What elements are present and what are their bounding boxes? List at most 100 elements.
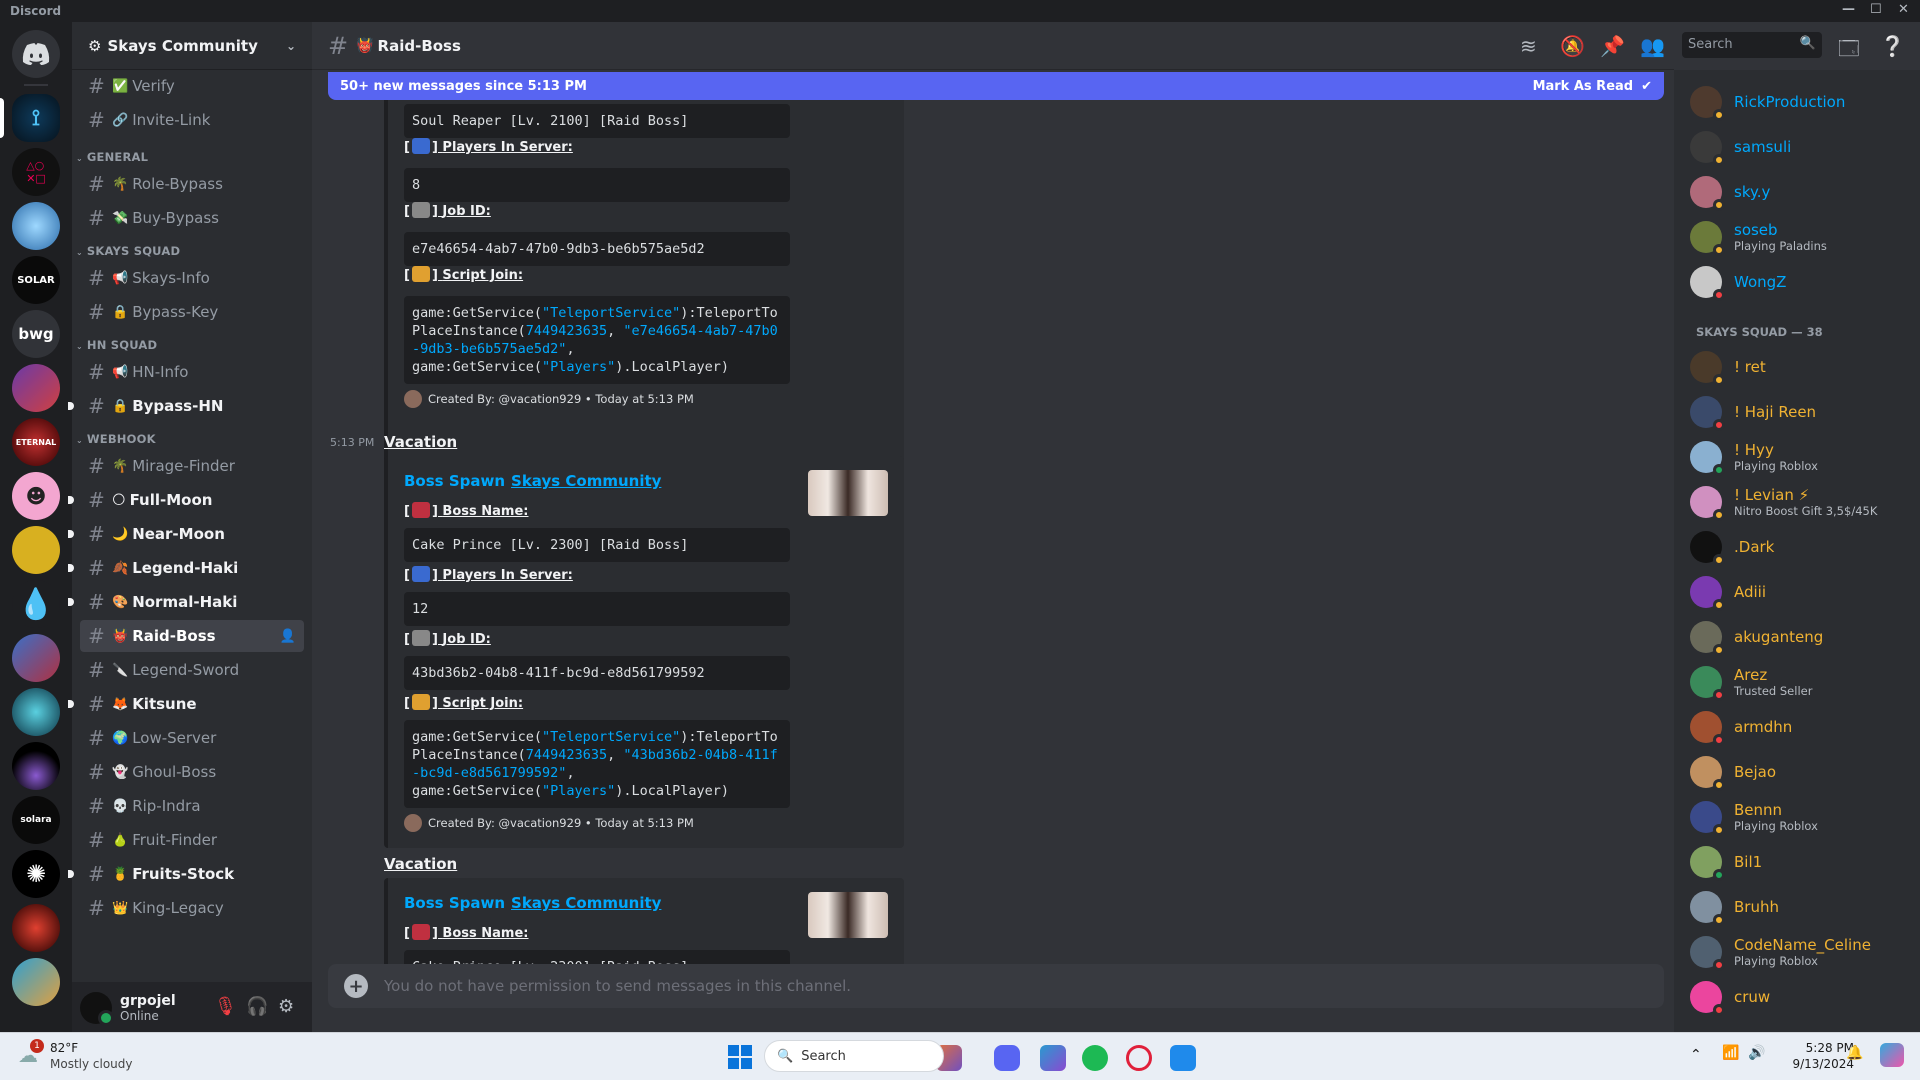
channel-king-legacy[interactable]: # 👑 King-Legacy <box>80 892 304 924</box>
member-item[interactable]: Bejao <box>1682 750 1912 794</box>
mark-as-read-button[interactable]: Mark As Read <box>1533 79 1634 94</box>
weather-icon[interactable]: ☁ 1 <box>18 1039 48 1069</box>
server-spiral[interactable]: ✺ <box>12 850 60 898</box>
server-blue-beast[interactable] <box>12 202 60 250</box>
embed-link[interactable]: Skays Community <box>511 472 661 490</box>
taskbar-search[interactable]: 🔍 Search <box>764 1040 944 1072</box>
member-item[interactable]: CodeName_Celine Playing Roblox <box>1682 930 1912 974</box>
category-hn-squad[interactable]: ⌄ HN SQUAD <box>76 338 157 352</box>
server-skays-community[interactable]: ⟟ <box>12 94 60 142</box>
channel-bypass-hn[interactable]: # 🔒 Bypass-HN <box>68 390 304 422</box>
server-solar[interactable]: SOLAR <box>12 256 60 304</box>
channel-low-server[interactable]: # 🌍 Low-Server <box>80 722 304 754</box>
member-item[interactable]: Adiii <box>1682 570 1912 614</box>
wifi-icon[interactable]: 📶 <box>1722 1045 1739 1061</box>
member-item[interactable]: sky.y <box>1682 170 1912 214</box>
help-icon[interactable]: ❔ <box>1880 34 1905 58</box>
server-anime-group[interactable] <box>12 958 60 1006</box>
pin-icon[interactable]: 📌 <box>1600 34 1625 58</box>
channel-ghoul-boss[interactable]: # 👻 Ghoul-Boss <box>80 756 304 788</box>
copilot-pre-icon[interactable] <box>1880 1043 1904 1067</box>
messenger-icon[interactable] <box>1170 1045 1196 1071</box>
member-item[interactable]: ! ret <box>1682 345 1912 389</box>
member-item[interactable]: ! Hyy Playing Roblox <box>1682 435 1912 479</box>
script-join-code[interactable]: game:GetService("TeleportService"):Telep… <box>404 720 790 808</box>
embed-title[interactable]: Boss Spawn Skays Community <box>404 472 661 490</box>
server-kuromi[interactable]: ☻ <box>12 472 60 520</box>
member-item[interactable]: cruw <box>1682 975 1912 1019</box>
close-icon[interactable]: ✕ <box>1898 2 1909 17</box>
server-water-drop[interactable]: 💧 <box>12 580 60 628</box>
clock-time[interactable]: 5:28 PM <box>1784 1041 1854 1055</box>
embed-thumbnail[interactable] <box>808 892 888 938</box>
channel-role-bypass[interactable]: # 🌴 Role-Bypass <box>80 168 304 200</box>
member-item[interactable]: ! Haji Reen <box>1682 390 1912 434</box>
job-id-value[interactable]: 43bd36b2-04b8-411f-bc9d-e8d561799592 <box>404 656 790 690</box>
server-anime-blue[interactable] <box>12 634 60 682</box>
member-list-icon[interactable]: 👥 <box>1640 34 1665 58</box>
member-item[interactable]: soseb Playing Paladins <box>1682 215 1912 259</box>
add-member-icon[interactable]: 👤 <box>280 629 296 644</box>
server-bwg[interactable]: bwg <box>12 310 60 358</box>
discord-home-icon[interactable] <box>12 30 60 78</box>
category-general[interactable]: ⌄ GENERAL <box>76 150 148 164</box>
channel-fruit-finder[interactable]: # 🍐 Fruit-Finder <box>80 824 304 856</box>
chevron-up-icon[interactable]: ⌃ <box>1690 1047 1702 1063</box>
server-cyan-swirl[interactable] <box>12 688 60 736</box>
member-item[interactable]: armdhn <box>1682 705 1912 749</box>
app-taskbar-icon[interactable] <box>1040 1045 1066 1071</box>
member-item[interactable]: Bennn Playing Roblox <box>1682 795 1912 839</box>
notification-icon[interactable]: 🔔 <box>1846 1045 1863 1061</box>
channel-fruits-stock[interactable]: # 🍍 Fruits-Stock <box>68 858 304 890</box>
category-webhook[interactable]: ⌄ WEBHOOK <box>76 432 156 446</box>
server-solara[interactable]: solara <box>12 796 60 844</box>
server-cat[interactable] <box>12 526 60 574</box>
channel-bypass-key[interactable]: # 🔒 Bypass-Key <box>80 296 304 328</box>
embed-link[interactable]: Skays Community <box>511 894 661 912</box>
windows-start-icon[interactable] <box>728 1045 752 1069</box>
server-eclipse[interactable] <box>12 742 60 790</box>
mute-icon[interactable]: 🎙 <box>214 996 237 1017</box>
gear-icon[interactable]: ⚙ <box>278 996 294 1017</box>
headphones-icon[interactable]: 🎧 <box>246 996 268 1017</box>
channel-invite-link[interactable]: # 🔗 Invite-Link <box>80 104 304 136</box>
member-item[interactable]: akuganteng <box>1682 615 1912 659</box>
channel-raid-boss[interactable]: # 👹 Raid-Boss 👤 <box>80 620 304 652</box>
script-join-code[interactable]: game:GetService("TeleportService"):Telep… <box>404 296 790 384</box>
volume-icon[interactable]: 🔊 <box>1748 1045 1765 1061</box>
notification-bell-icon[interactable]: 🔕 <box>1560 34 1585 58</box>
channel-legend-haki[interactable]: # 🍂 Legend-Haki <box>68 552 304 584</box>
threads-icon[interactable]: ≋ <box>1520 34 1537 58</box>
embed-title[interactable]: Boss Spawn Skays Community <box>404 894 661 912</box>
channel-near-moon[interactable]: # 🌙 Near-Moon <box>68 518 304 550</box>
server-playstation[interactable]: △○ ✕□ <box>12 148 60 196</box>
opera-icon[interactable] <box>1126 1045 1152 1071</box>
spotify-icon[interactable] <box>1082 1045 1108 1071</box>
chevron-down-icon[interactable]: ⌄ <box>286 39 296 53</box>
channel-buy-bypass[interactable]: # 💸 Buy-Bypass <box>80 202 304 234</box>
channel-verify[interactable]: # ✅ Verify <box>80 70 304 102</box>
minimize-icon[interactable]: — <box>1842 2 1855 17</box>
member-item[interactable]: RickProduction <box>1682 80 1912 124</box>
server-red-swirl[interactable] <box>12 904 60 952</box>
category-skays-squad[interactable]: ⌄ SKAYS SQUAD <box>76 244 180 258</box>
channel-skays-info[interactable]: # 📢 Skays-Info <box>80 262 304 294</box>
message-author[interactable]: Vacation <box>384 433 457 451</box>
new-messages-bar[interactable]: 50+ new messages since 5:13 PM Mark As R… <box>328 72 1664 100</box>
inbox-icon[interactable]: 🗔 <box>1838 34 1860 68</box>
server-eternal[interactable]: ETERNAL <box>12 418 60 466</box>
member-item[interactable]: Bruhh <box>1682 885 1912 929</box>
member-item[interactable]: Bil1 <box>1682 840 1912 884</box>
member-item[interactable]: Arez Trusted Seller <box>1682 660 1912 704</box>
member-item[interactable]: ! Levian ⚡ Nitro Boost Gift 3,5$/45K <box>1682 480 1912 524</box>
server-header[interactable]: ⚙ Skays Community ⌄ <box>72 22 312 70</box>
member-item[interactable]: .Dark <box>1682 525 1912 569</box>
message-author[interactable]: Vacation <box>384 855 457 873</box>
avatar[interactable] <box>80 992 114 1026</box>
discord-taskbar-icon[interactable] <box>994 1045 1020 1071</box>
channel-mirage-finder[interactable]: # 🌴 Mirage-Finder <box>80 450 304 482</box>
channel-hn-info[interactable]: # 📢 HN-Info <box>80 356 304 388</box>
server-anime-red[interactable] <box>12 364 60 412</box>
maximize-icon[interactable]: ☐ <box>1870 2 1882 17</box>
member-item[interactable]: samsuli <box>1682 125 1912 169</box>
